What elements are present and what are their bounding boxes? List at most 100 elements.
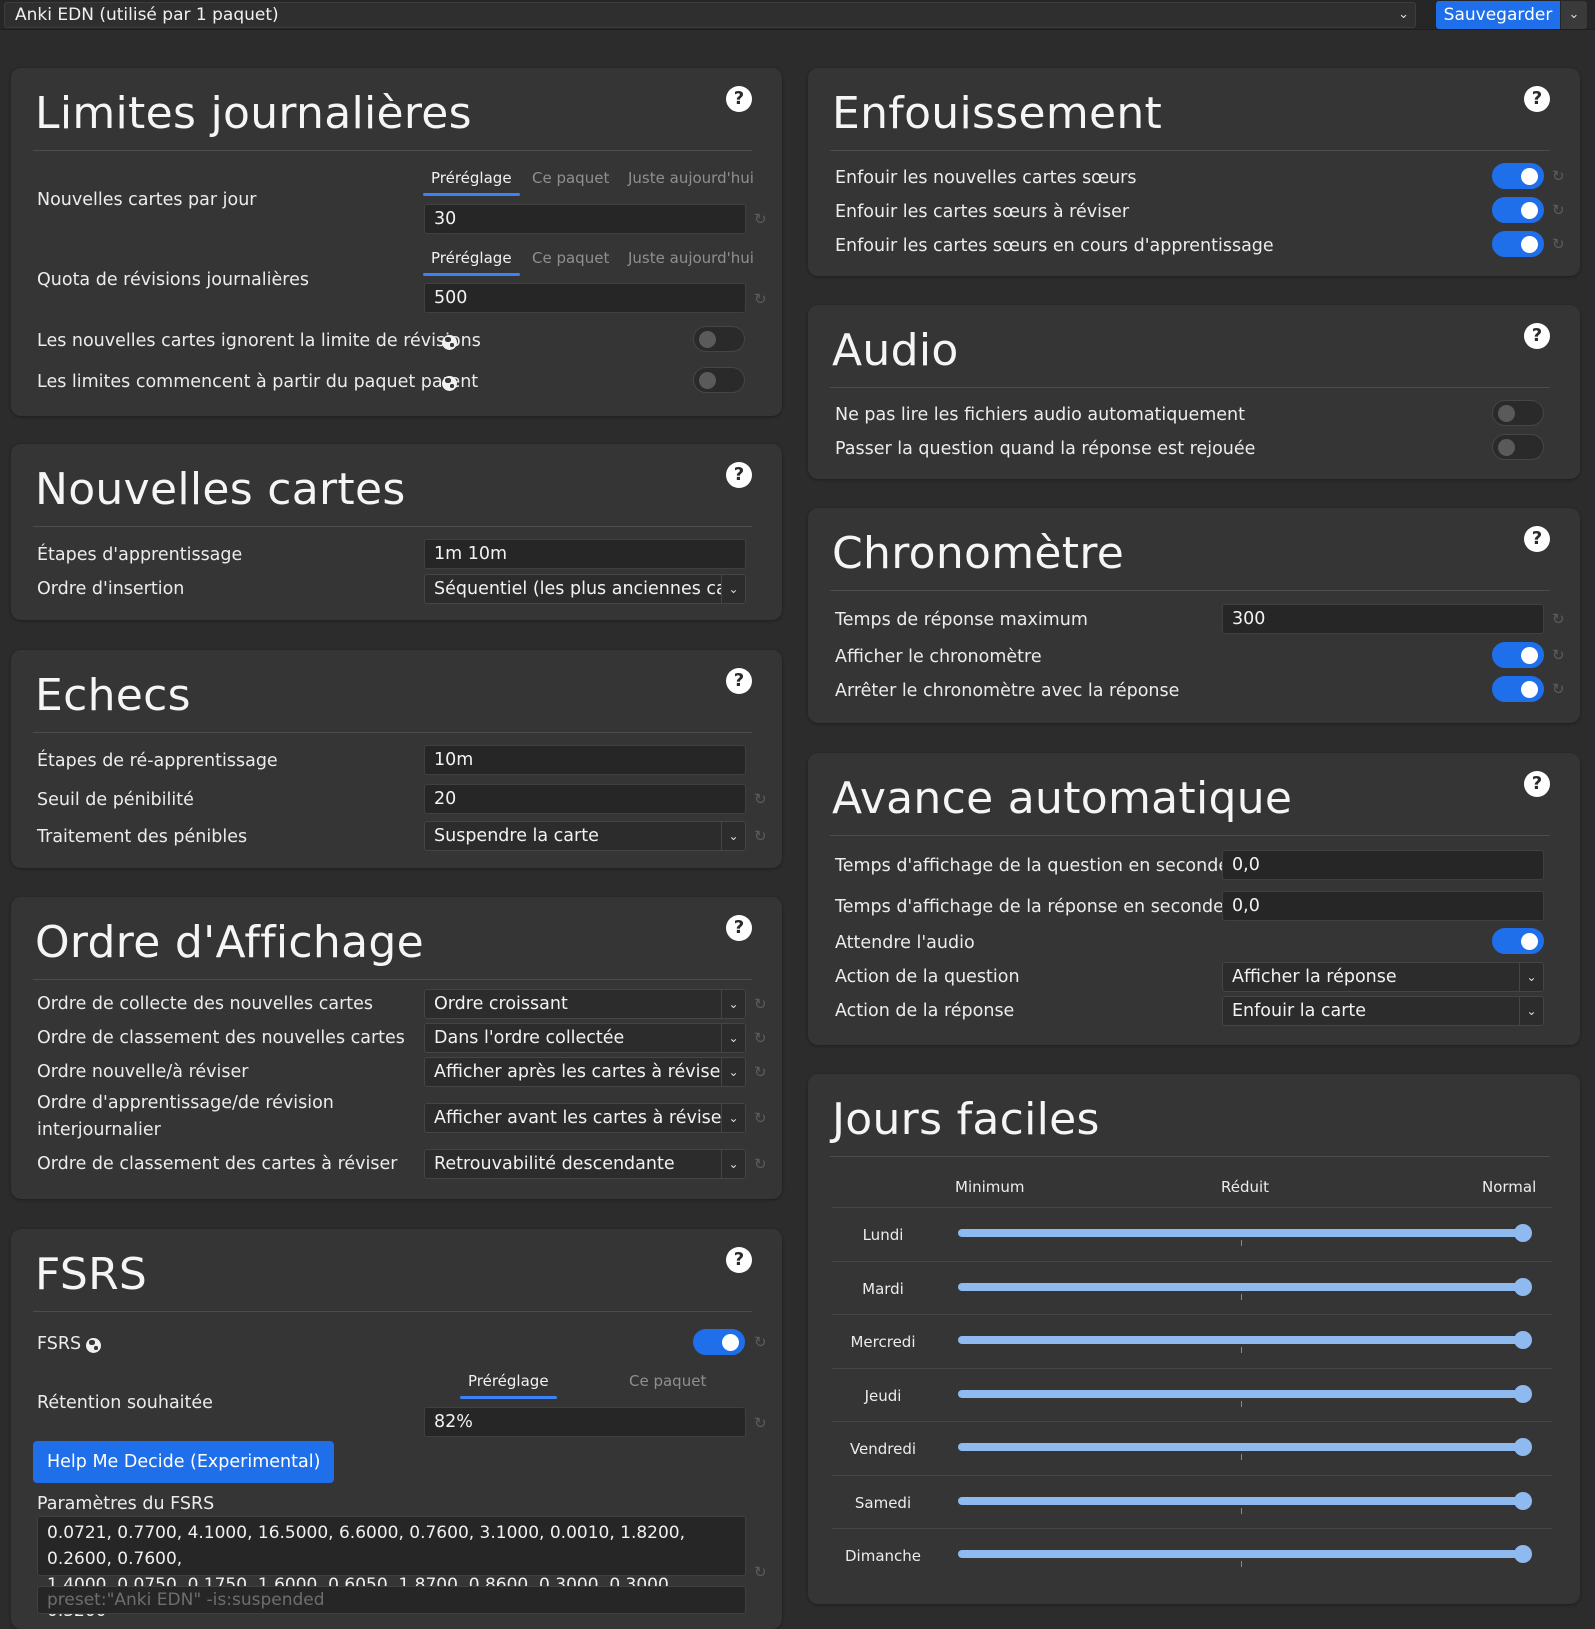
- fsrs-params-textarea[interactable]: 0.0721, 0.7700, 4.1000, 16.5000, 6.6000,…: [37, 1516, 746, 1621]
- easy-day-slider[interactable]: [958, 1550, 1523, 1558]
- fsrs-search-input[interactable]: preset:"Anki EDN" -is:suspended: [37, 1586, 746, 1614]
- new-per-day-input[interactable]: 30: [424, 204, 746, 234]
- reset-icon[interactable]: ↻: [754, 212, 768, 227]
- tab-label: Juste aujourd'hui: [628, 169, 754, 187]
- divider: [830, 387, 1550, 388]
- reset-icon[interactable]: ↻: [754, 1031, 768, 1046]
- interday-order-select[interactable]: Afficher avant les cartes à réviser ⌄: [424, 1103, 746, 1133]
- question-action-select[interactable]: Afficher la réponse ⌄: [1222, 962, 1544, 992]
- bury-new-toggle[interactable]: [1492, 163, 1544, 189]
- tab-preset[interactable]: Préréglage: [423, 249, 520, 276]
- easy-days-row-divider: [832, 1367, 1552, 1369]
- easy-day-label: Mercredi: [850, 1333, 916, 1351]
- tab-label: Préréglage: [431, 169, 512, 187]
- divider: [830, 835, 1550, 836]
- answer-action-select[interactable]: Enfouir la carte ⌄: [1222, 996, 1544, 1026]
- preset-select[interactable]: Anki EDN (utilisé par 1 paquet) ⌄: [4, 2, 1416, 28]
- tab-preset[interactable]: Préréglage: [460, 1372, 557, 1399]
- relearning-steps-label: Étapes de ré-apprentissage: [37, 751, 278, 771]
- new-review-order-select[interactable]: Afficher après les cartes à réviser ⌄: [424, 1057, 746, 1087]
- reset-icon[interactable]: ↻: [754, 292, 768, 307]
- save-menu-button[interactable]: ⌄: [1561, 1, 1587, 29]
- learning-steps-input[interactable]: 1m 10m: [424, 539, 746, 569]
- reset-icon[interactable]: ↻: [754, 1416, 768, 1431]
- reset-icon[interactable]: ↻: [1552, 612, 1566, 627]
- divider: [830, 590, 1550, 591]
- insertion-order-select[interactable]: Séquentiel (les plus anciennes ca... ⌄: [424, 574, 746, 604]
- tab-preset[interactable]: Préréglage: [423, 169, 520, 196]
- reset-icon[interactable]: ↻: [754, 1565, 768, 1580]
- slider-handle[interactable]: [1514, 1331, 1532, 1349]
- easy-day-slider[interactable]: [958, 1336, 1523, 1344]
- leech-action-select[interactable]: Suspendre la carte ⌄: [424, 821, 746, 851]
- easy-days-row-divider: [832, 1314, 1552, 1315]
- help-icon[interactable]: ?: [726, 668, 752, 694]
- help-icon[interactable]: ?: [1524, 86, 1550, 112]
- skip-question-toggle[interactable]: [1492, 434, 1544, 460]
- new-ignore-review-toggle[interactable]: [693, 326, 745, 352]
- answer-secs-input[interactable]: 0,0: [1222, 891, 1544, 921]
- save-button[interactable]: Sauvegarder: [1436, 1, 1560, 29]
- easy-day-slider[interactable]: [958, 1229, 1523, 1237]
- reset-icon[interactable]: ↻: [754, 1157, 768, 1172]
- slider-handle[interactable]: [1514, 1438, 1532, 1456]
- select-value: Afficher la réponse: [1232, 967, 1397, 987]
- fsrs-params-label: Paramètres du FSRS: [37, 1494, 215, 1514]
- help-icon[interactable]: ?: [726, 462, 752, 488]
- fsrs-toggle[interactable]: [693, 1329, 745, 1355]
- help-icon[interactable]: ?: [726, 1247, 752, 1273]
- desired-retention-input[interactable]: 82%: [424, 1407, 746, 1437]
- reset-icon[interactable]: ↻: [754, 829, 768, 844]
- slider-handle[interactable]: [1514, 1224, 1532, 1242]
- help-icon[interactable]: ?: [1524, 771, 1550, 797]
- reset-icon[interactable]: ↻: [754, 1335, 768, 1350]
- slider-handle[interactable]: [1514, 1491, 1532, 1510]
- bury-new-label: Enfouir les nouvelles cartes sœurs: [835, 168, 1137, 188]
- help-me-decide-button[interactable]: Help Me Decide (Experimental): [33, 1441, 335, 1483]
- card-title: FSRS: [35, 1249, 148, 1300]
- help-icon[interactable]: ?: [726, 915, 752, 941]
- select-value: Afficher après les cartes à réviser: [434, 1062, 728, 1082]
- show-timer-toggle[interactable]: [1492, 642, 1544, 668]
- slider-handle[interactable]: [1514, 1545, 1532, 1563]
- bury-review-toggle[interactable]: [1492, 197, 1544, 223]
- help-icon[interactable]: ?: [726, 86, 752, 112]
- easy-day-slider[interactable]: [958, 1282, 1523, 1291]
- easy-day-slider[interactable]: [958, 1443, 1523, 1451]
- tab-this-deck[interactable]: Ce paquet: [629, 1372, 706, 1390]
- reset-icon[interactable]: ↻: [1552, 648, 1566, 663]
- tab-today-only[interactable]: Juste aujourd'hui: [628, 169, 754, 187]
- review-sort-select[interactable]: Retrouvabilité descendante ⌄: [424, 1149, 746, 1179]
- new-sort-select[interactable]: Dans l'ordre collectée ⌄: [424, 1023, 746, 1053]
- review-quota-input[interactable]: 500: [424, 283, 746, 313]
- reset-icon[interactable]: ↻: [754, 792, 768, 807]
- reset-icon[interactable]: ↻: [1552, 237, 1566, 252]
- reset-icon[interactable]: ↻: [1552, 682, 1566, 697]
- new-gather-select[interactable]: Ordre croissant ⌄: [424, 989, 746, 1019]
- slider-handle[interactable]: [1514, 1384, 1532, 1403]
- leech-threshold-input[interactable]: 20: [424, 784, 746, 814]
- stop-timer-toggle[interactable]: [1492, 676, 1544, 702]
- reset-icon[interactable]: ↻: [1552, 169, 1566, 184]
- reset-icon[interactable]: ↻: [754, 997, 768, 1012]
- reset-icon[interactable]: ↻: [754, 1065, 768, 1080]
- slider-handle[interactable]: [1514, 1277, 1532, 1296]
- wait-audio-toggle[interactable]: [1492, 928, 1544, 954]
- easy-day-slider[interactable]: [958, 1389, 1523, 1398]
- easy-day-slider[interactable]: [958, 1496, 1523, 1505]
- no-autoplay-toggle[interactable]: [1492, 400, 1544, 426]
- reset-icon[interactable]: ↻: [754, 1111, 768, 1126]
- easy-days-row-divider: [832, 1207, 1552, 1208]
- limits-from-parent-toggle[interactable]: [693, 367, 745, 393]
- reset-icon[interactable]: ↻: [1552, 203, 1566, 218]
- tab-today-only[interactable]: Juste aujourd'hui: [628, 249, 754, 267]
- top-bar: Anki EDN (utilisé par 1 paquet) ⌄ Sauveg…: [0, 0, 1595, 30]
- help-icon[interactable]: ?: [1524, 323, 1550, 349]
- help-icon[interactable]: ?: [1524, 526, 1550, 552]
- question-secs-input[interactable]: 0,0: [1222, 850, 1544, 880]
- max-answer-input[interactable]: 300: [1222, 604, 1544, 634]
- bury-interday-toggle[interactable]: [1492, 231, 1544, 257]
- tab-this-deck[interactable]: Ce paquet: [532, 249, 609, 267]
- tab-this-deck[interactable]: Ce paquet: [532, 169, 609, 187]
- relearning-steps-input[interactable]: 10m: [424, 745, 746, 775]
